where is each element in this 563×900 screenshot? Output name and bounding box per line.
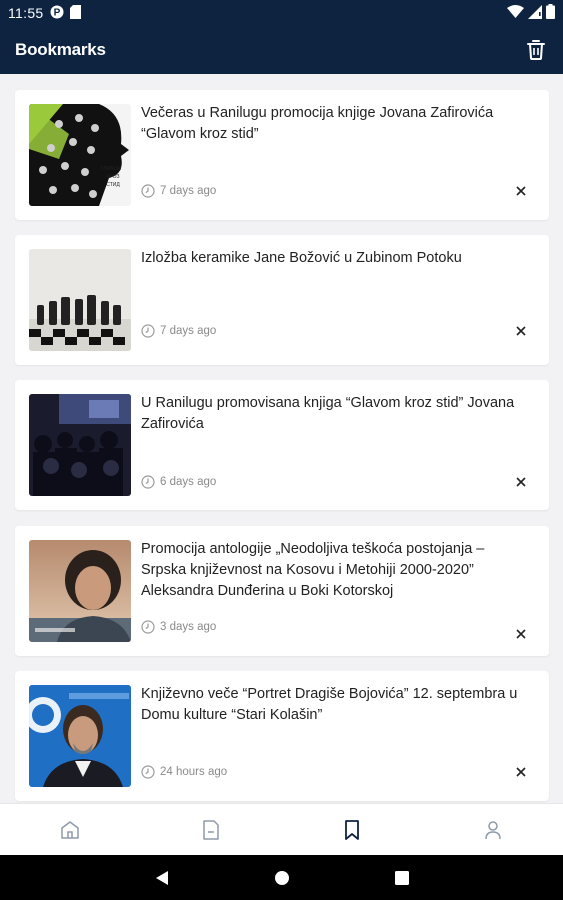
bookmark-time: 3 days ago <box>160 621 217 633</box>
app-bar: Bookmarks <box>0 26 563 74</box>
nav-bookmarks[interactable] <box>282 804 423 855</box>
close-icon <box>516 629 526 639</box>
bookmark-meta: 24 hours ago <box>141 765 227 779</box>
article-thumbnail: ГЛАВОМ КРОЗ СТИД <box>29 104 131 206</box>
system-navigation-bar <box>0 855 563 900</box>
article-thumbnail <box>29 249 131 351</box>
bookmark-time: 7 days ago <box>160 325 217 337</box>
clock-icon <box>141 184 155 198</box>
bookmark-title: Večeras u Ranilugu promocija knjige Jova… <box>141 105 494 142</box>
bookmark-card[interactable]: Izložba keramike Jane Božović u Zubinom … <box>15 235 549 365</box>
clock-icon <box>141 620 155 634</box>
article-thumbnail <box>29 540 131 642</box>
bookmark-title: U Ranilugu promovisana knjiga “Glavom kr… <box>141 395 515 432</box>
bookmark-icon <box>344 819 359 840</box>
nav-home[interactable] <box>0 804 141 855</box>
bookmark-title: Promocija antologije „Neodoljiva teškoća… <box>141 541 485 599</box>
bookmark-card[interactable]: U Ranilugu promovisana knjiga “Glavom kr… <box>15 380 549 510</box>
user-icon <box>484 820 501 839</box>
back-triangle-icon <box>155 870 168 885</box>
remove-bookmark-button[interactable] <box>511 762 531 782</box>
bookmark-time: 6 days ago <box>160 476 217 488</box>
bookmark-list: ГЛАВОМ КРОЗ СТИД Večeras u Ranilugu prom… <box>0 74 563 803</box>
bookmark-card[interactable]: Književno veče “Portret Dragiše Bojovića… <box>15 671 549 801</box>
recents-square-icon <box>394 870 409 885</box>
bookmark-card[interactable]: Promocija antologije „Neodoljiva teškoća… <box>15 526 549 656</box>
nav-articles[interactable] <box>141 804 282 855</box>
close-icon <box>516 326 526 336</box>
close-icon <box>516 767 526 777</box>
app-notification-icon: P <box>50 5 64 22</box>
remove-bookmark-button[interactable] <box>511 181 531 201</box>
document-icon <box>203 819 219 840</box>
bookmark-meta: 7 days ago <box>141 324 216 338</box>
status-bar: 11:55 P <box>0 0 563 26</box>
system-recents-button[interactable] <box>342 870 462 885</box>
remove-bookmark-button[interactable] <box>511 472 531 492</box>
cell-signal-icon <box>528 4 542 22</box>
clock-icon <box>141 475 155 489</box>
close-icon <box>516 477 526 487</box>
status-time: 11:55 <box>8 5 44 21</box>
svg-text:P: P <box>53 7 60 18</box>
bottom-navigation <box>0 803 563 855</box>
home-icon <box>61 820 80 839</box>
trash-icon <box>527 40 545 60</box>
sd-card-icon <box>69 4 81 22</box>
clock-icon <box>141 324 155 338</box>
system-back-button[interactable] <box>102 870 222 886</box>
wifi-icon <box>507 5 524 21</box>
nav-profile[interactable] <box>422 804 563 855</box>
close-icon <box>516 186 526 196</box>
bookmark-meta: 7 days ago <box>141 184 216 198</box>
bookmark-title: Književno veče “Portret Dragiše Bojovića… <box>141 686 518 723</box>
remove-bookmark-button[interactable] <box>511 624 531 644</box>
bookmark-meta: 3 days ago <box>141 620 216 634</box>
svg-text:КРОЗ: КРОЗ <box>106 174 119 180</box>
delete-all-button[interactable] <box>524 38 548 62</box>
bookmark-time: 24 hours ago <box>160 766 228 778</box>
article-thumbnail <box>29 394 131 496</box>
clock-icon <box>141 765 155 779</box>
status-left: 11:55 P <box>8 4 81 22</box>
bookmark-time: 7 days ago <box>160 185 217 197</box>
page-title: Bookmarks <box>15 40 106 59</box>
bookmark-title: Izložba keramike Jane Božović u Zubinom … <box>141 250 462 266</box>
article-thumbnail <box>29 685 131 787</box>
bookmark-meta: 6 days ago <box>141 475 216 489</box>
remove-bookmark-button[interactable] <box>511 321 531 341</box>
svg-text:СТИД: СТИД <box>106 182 120 188</box>
battery-icon <box>546 4 555 22</box>
bookmark-card[interactable]: ГЛАВОМ КРОЗ СТИД Večeras u Ranilugu prom… <box>15 90 549 220</box>
svg-text:ГЛАВОМ: ГЛАВОМ <box>101 166 121 172</box>
system-home-button[interactable] <box>222 870 342 886</box>
status-right <box>507 4 555 22</box>
home-circle-icon <box>274 870 289 885</box>
